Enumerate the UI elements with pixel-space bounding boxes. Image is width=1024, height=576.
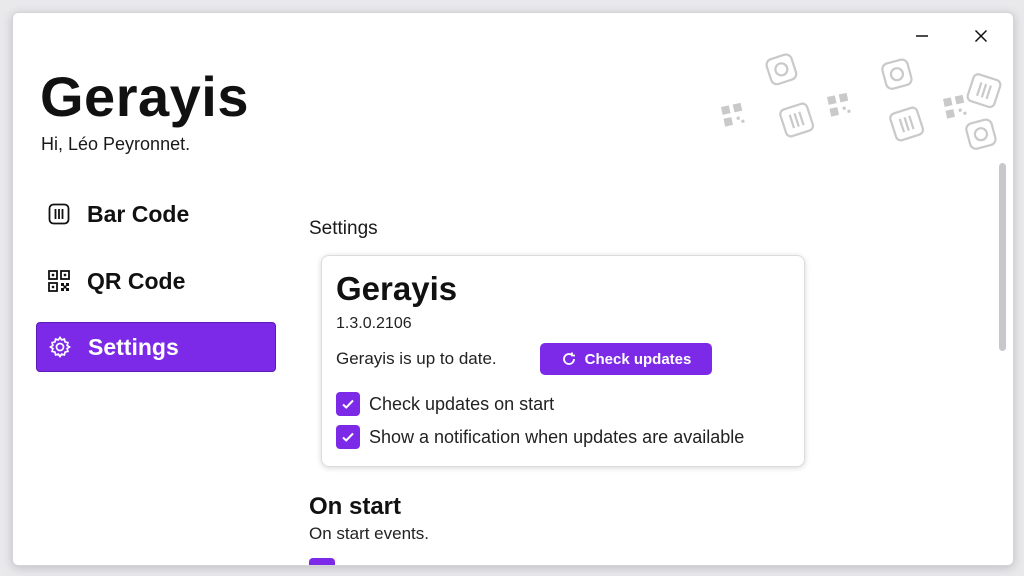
on-start-checkbox[interactable] [309, 558, 335, 565]
app-window: Gerayis Hi, Léo Peyronnet. Bar Code QR C… [12, 12, 1014, 566]
close-button[interactable] [964, 23, 998, 49]
checkmark-icon [342, 399, 354, 409]
card-app-name: Gerayis [336, 270, 458, 307]
on-start-description: On start events. [309, 524, 429, 543]
version-text: 1.3.0.2106 [336, 315, 412, 332]
sidebar-item-settings[interactable]: Settings [36, 322, 276, 372]
about-card: Gerayis 1.3.0.2106 Gerayis is up to date… [321, 255, 805, 467]
greeting-text: Hi, Léo Peyronnet. [41, 134, 191, 154]
minimize-icon [916, 35, 928, 37]
checkbox-checked[interactable] [336, 425, 360, 449]
checkmark-icon [342, 432, 354, 442]
sidebar-item-label: QR Code [87, 267, 186, 294]
on-start-heading: On start [309, 493, 402, 520]
barcode-icon [47, 202, 71, 226]
section-title: Settings [309, 218, 378, 239]
checkbox-checked[interactable] [336, 392, 360, 416]
decorative-pattern [721, 53, 1002, 150]
update-status-text: Gerayis is up to date. [336, 349, 497, 368]
check-updates-label: Check updates [584, 350, 692, 368]
app-title: Gerayis [40, 65, 249, 128]
gear-icon [48, 335, 72, 359]
close-icon [974, 29, 988, 43]
check-updates-button[interactable]: Check updates [540, 343, 712, 375]
check-updates-on-start-option[interactable]: Check updates on start [336, 392, 554, 416]
sidebar-item-label: Bar Code [87, 200, 190, 227]
checkbox-label: Check updates on start [369, 393, 555, 414]
refresh-icon [562, 352, 575, 365]
update-notification-option[interactable]: Show a notification when updates are ava… [336, 425, 744, 449]
checkbox-label: Show a notification when updates are ava… [369, 426, 745, 447]
sidebar-item-qr-code[interactable]: QR Code [36, 257, 274, 305]
sidebar-item-bar-code[interactable]: Bar Code [36, 190, 274, 238]
qrcode-icon [47, 269, 71, 293]
sidebar-item-label: Settings [88, 333, 179, 360]
vertical-scrollbar[interactable] [999, 163, 1006, 351]
minimize-button[interactable] [905, 23, 939, 49]
